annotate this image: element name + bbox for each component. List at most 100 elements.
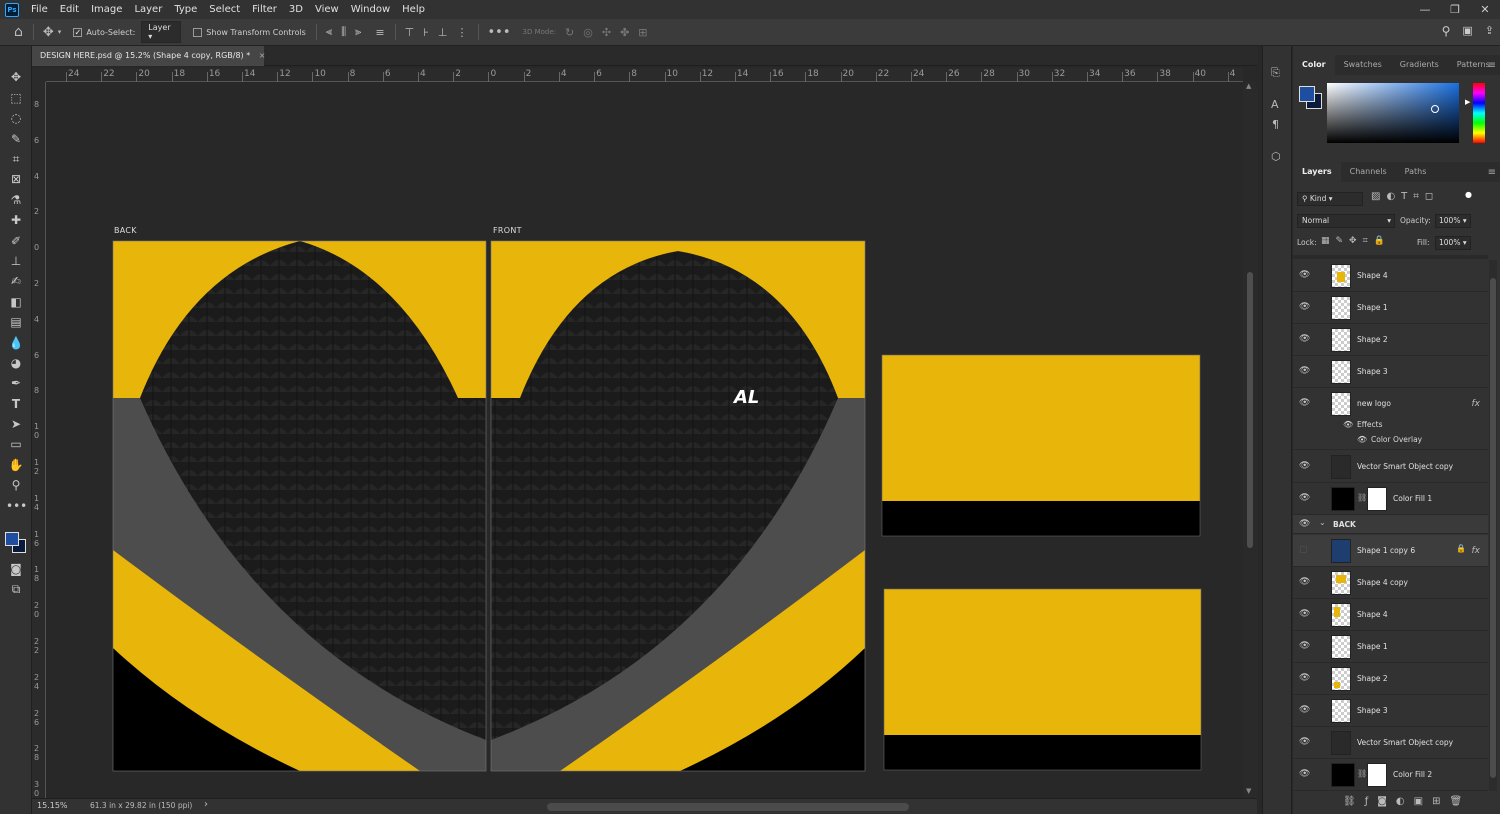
color-fg-swatch[interactable]: [1299, 86, 1315, 102]
effects-eye-icon[interactable]: 👁: [1343, 420, 1353, 429]
vertical-scrollbar[interactable]: ▲ ▼: [1243, 82, 1257, 798]
fill-field[interactable]: 100% ▾: [1435, 236, 1471, 250]
visibility-eye-icon[interactable]: 👁: [1299, 519, 1310, 529]
layers-scrollbar[interactable]: [1489, 260, 1497, 791]
status-menu-arrow-icon[interactable]: ›: [204, 799, 208, 810]
layer-row[interactable]: 👁 Shape 3: [1293, 356, 1488, 388]
menu-image[interactable]: Image: [85, 4, 128, 15]
visibility-eye-icon[interactable]: 👁: [1299, 673, 1310, 683]
distribute-icon[interactable]: ≡: [375, 26, 384, 39]
align-left-icon[interactable]: ⫷: [326, 25, 332, 39]
visibility-eye-icon[interactable]: 👁: [1299, 577, 1310, 587]
clone-stamp-tool-icon[interactable]: ⊥: [6, 252, 26, 270]
layer-row[interactable]: 👁 ⛓ Color Fill 1: [1293, 483, 1488, 515]
opacity-field[interactable]: 100% ▾: [1435, 214, 1471, 228]
visibility-eye-icon[interactable]: 👁: [1299, 737, 1310, 747]
tab-layers[interactable]: Layers: [1293, 162, 1341, 182]
tab-color[interactable]: Color: [1293, 55, 1335, 75]
scroll-down-icon[interactable]: ▼: [1246, 787, 1251, 795]
layers-scroll-thumb[interactable]: [1490, 278, 1496, 778]
canvas-area[interactable]: BACK FRONT AL: [46, 82, 1243, 798]
align-center-icon[interactable]: ⫼: [341, 25, 346, 39]
scroll-up-icon[interactable]: ▲: [1246, 82, 1251, 90]
move-tool-icon[interactable]: ✥: [6, 68, 26, 86]
layer-row[interactable]: ▢ Shape 1 copy 6 🔒 fx: [1293, 535, 1488, 567]
more-options-icon[interactable]: •••: [488, 25, 511, 40]
hue-slider-handle-icon[interactable]: ▶: [1465, 98, 1470, 106]
filter-kind-dropdown[interactable]: ⚲ Kind ▾: [1297, 192, 1363, 206]
layer-filter-icons[interactable]: ▨◐T⌗◻: [1371, 191, 1439, 202]
visibility-eye-icon[interactable]: 👁: [1299, 641, 1310, 651]
back-panel[interactable]: [113, 241, 486, 771]
visibility-eye-icon[interactable]: 👁: [1299, 334, 1310, 344]
character-icon[interactable]: A: [1271, 98, 1279, 111]
layer-row[interactable]: 👁 Shape 1: [1293, 631, 1488, 663]
align-top-icon[interactable]: ⊤: [405, 26, 415, 39]
maximize-button[interactable]: ❐: [1440, 0, 1470, 19]
workspace-icon[interactable]: ▣: [1462, 24, 1472, 38]
link-icon[interactable]: ⛓: [1357, 769, 1367, 778]
filter-toggle-icon[interactable]: ●: [1465, 190, 1472, 199]
zoom-tool-icon[interactable]: ⚲: [6, 476, 26, 494]
marquee-tool-icon[interactable]: ⬚: [6, 89, 26, 107]
paragraph-icon[interactable]: ¶: [1272, 118, 1279, 131]
3d-icon[interactable]: ⬡: [1271, 150, 1281, 163]
layer-row[interactable]: 👁 Shape 1: [1293, 292, 1488, 324]
visibility-eye-icon[interactable]: 👁: [1299, 366, 1310, 376]
dodge-tool-icon[interactable]: ◕: [6, 354, 26, 372]
tab-gradients[interactable]: Gradients: [1391, 55, 1448, 75]
visibility-eye-icon[interactable]: 👁: [1299, 769, 1310, 779]
horizontal-ruler[interactable]: 24 22 20 18 16 14 12 10 8 6 4 2 0 2 4 6 8 10 12 14 16 18 20 22 2…: [46, 68, 1243, 82]
visibility-eye-icon[interactable]: ▢: [1299, 545, 1309, 555]
brush-tool-icon[interactable]: ✐: [6, 232, 26, 250]
lasso-tool-icon[interactable]: ◌: [6, 109, 26, 127]
visibility-eye-icon[interactable]: 👁: [1299, 302, 1310, 312]
layer-row[interactable]: 👁 ⛓ Color Fill 2: [1293, 759, 1488, 791]
layer-row[interactable]: 👁 Vector Smart Object copy: [1293, 451, 1488, 483]
chevron-down-icon[interactable]: ▾: [58, 28, 62, 36]
group-expand-chevron-icon[interactable]: ⌄: [1319, 518, 1326, 527]
visibility-eye-icon[interactable]: 👁: [1299, 705, 1310, 715]
quick-mask-icon[interactable]: ◙: [6, 560, 26, 578]
type-tool-icon[interactable]: T: [6, 395, 26, 413]
healing-brush-tool-icon[interactable]: ✚: [6, 211, 26, 229]
eyedropper-tool-icon[interactable]: ⚗: [6, 191, 26, 209]
logo-mark[interactable]: AL: [734, 387, 766, 409]
distribute-vertical-icon[interactable]: ⋮: [457, 26, 468, 39]
visibility-eye-icon[interactable]: 👁: [1299, 493, 1310, 503]
photoshop-logo-icon[interactable]: Ps: [5, 2, 19, 17]
layer-row[interactable]: 👁 Shape 4 copy: [1293, 567, 1488, 599]
front-panel[interactable]: [491, 241, 865, 771]
screen-mode-icon[interactable]: ⧉: [6, 580, 26, 598]
menu-edit[interactable]: Edit: [54, 4, 85, 15]
layer-row[interactable]: 👁 Shape 4: [1293, 260, 1488, 292]
3d-rotate-icon[interactable]: ↻: [565, 26, 574, 39]
align-bottom-icon[interactable]: ⊥: [438, 26, 448, 39]
layer-row[interactable]: 👁 new logo fx: [1293, 388, 1488, 420]
layers-footer-icons[interactable]: ⛓ƒ◙◐▣⊞🗑: [1343, 796, 1471, 807]
hand-tool-icon[interactable]: ✋: [6, 456, 26, 474]
layer-row[interactable]: 👁 Shape 2: [1293, 324, 1488, 356]
auto-select-checkbox[interactable]: ✓ Auto-Select:: [73, 27, 135, 37]
layer-group-row[interactable]: 👁 ⌄ BACK: [1293, 515, 1488, 534]
3d-roll-icon[interactable]: ◎: [583, 26, 593, 39]
menu-filter[interactable]: Filter: [246, 4, 283, 15]
menu-view[interactable]: View: [309, 4, 345, 15]
menu-select[interactable]: Select: [203, 4, 246, 15]
menu-type[interactable]: Type: [168, 4, 203, 15]
home-icon[interactable]: ⌂: [14, 24, 23, 40]
foreground-color-swatch[interactable]: [5, 532, 19, 546]
crop-tool-icon[interactable]: ⌗: [6, 150, 26, 168]
color-picker-cursor[interactable]: [1431, 105, 1439, 113]
visibility-eye-icon[interactable]: 👁: [1299, 609, 1310, 619]
layer-row[interactable]: 👁 Shape 4: [1293, 599, 1488, 631]
layers-menu-icon[interactable]: ≡: [1488, 167, 1496, 178]
sleeve-bottom[interactable]: [883, 588, 1202, 771]
document-tab[interactable]: DESIGN HERE.psd @ 15.2% (Shape 4 copy, R…: [32, 46, 265, 66]
layer-row[interactable]: 👁 Vector Smart Object copy: [1293, 727, 1488, 759]
tab-swatches[interactable]: Swatches: [1335, 55, 1391, 75]
search-icon[interactable]: ⚲: [1442, 24, 1451, 38]
3d-pan-icon[interactable]: ✣: [602, 26, 611, 39]
minimize-button[interactable]: —: [1410, 0, 1440, 19]
layer-row[interactable]: 👁 Shape 3: [1293, 695, 1488, 727]
